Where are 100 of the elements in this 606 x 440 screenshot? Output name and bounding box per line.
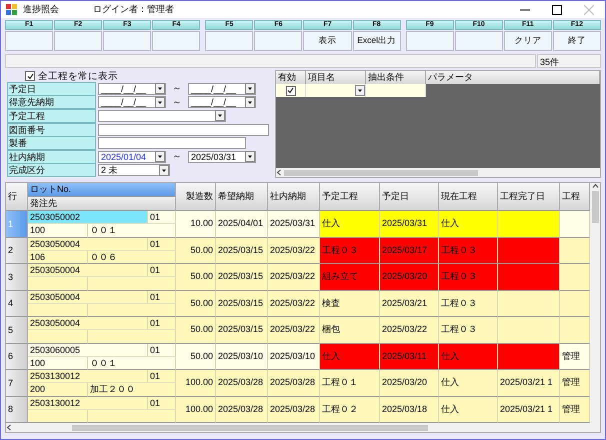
range-separator: ～ xyxy=(172,82,182,96)
date-field[interactable]: ____/__/__ xyxy=(188,96,256,108)
function-button[interactable] xyxy=(406,31,454,51)
date-field[interactable]: ____/__/__ xyxy=(188,82,256,95)
row-header[interactable]: 6 xyxy=(6,344,28,370)
table-cell: 2025/03/22 xyxy=(268,290,320,317)
table-cell: 2025/03/10 xyxy=(216,344,268,370)
scroll-thumb[interactable] xyxy=(284,170,478,176)
table-cell: 01 xyxy=(148,344,176,356)
function-button[interactable]: Excel出力 xyxy=(352,31,401,51)
field-label: 予定日 xyxy=(7,82,96,96)
dropdown-caret-icon[interactable] xyxy=(245,96,255,108)
date-field[interactable]: ____/__/__ xyxy=(98,82,166,95)
dropdown-caret-icon[interactable] xyxy=(245,151,255,162)
date-field[interactable]: ____/__/__ xyxy=(98,96,166,108)
table-cell: 01 xyxy=(148,396,176,410)
table-cell: 2025/03/15 xyxy=(216,238,268,264)
table-cell: 50.00 xyxy=(176,344,216,370)
item-dropdown-cell[interactable] xyxy=(306,84,366,97)
row-header[interactable]: 2 xyxy=(6,238,28,264)
checkbox-label[interactable]: 全工程を常に表示 xyxy=(38,70,118,82)
scroll-thumb[interactable] xyxy=(592,191,598,223)
column-header: 抽出条件 xyxy=(366,71,426,84)
row-header[interactable]: 5 xyxy=(6,317,28,344)
function-button[interactable] xyxy=(454,31,503,51)
table-cell: 2025/03/15 xyxy=(216,290,268,317)
row-header[interactable]: 8 xyxy=(6,396,28,423)
function-button[interactable] xyxy=(103,31,152,51)
vertical-scrollbar[interactable] xyxy=(590,183,600,423)
horizontal-scrollbar[interactable] xyxy=(6,423,600,432)
table-cell: 管理 xyxy=(560,396,590,423)
maximize-icon[interactable] xyxy=(552,4,562,14)
table-cell: 2025/03/31 xyxy=(380,211,439,238)
column-header: 社内納期 xyxy=(268,183,320,211)
dropdown-field[interactable]: 2 未 xyxy=(98,164,170,176)
row-header[interactable]: 7 xyxy=(6,370,28,396)
dropdown-caret-icon[interactable] xyxy=(155,151,165,162)
column-header: ロットNo. xyxy=(28,183,175,197)
input-field[interactable] xyxy=(98,124,269,136)
table-cell: 工程０３ xyxy=(320,238,380,264)
function-button[interactable]: 終了 xyxy=(552,31,601,51)
table-cell: 50.00 xyxy=(176,264,216,290)
table-cell: 仕入 xyxy=(439,396,498,423)
table-cell xyxy=(28,277,88,290)
table-cell: 01 xyxy=(148,238,176,250)
function-button[interactable]: 表示 xyxy=(303,31,352,51)
table-cell: 仕入 xyxy=(320,211,380,238)
table-cell: 2503050002 xyxy=(28,211,148,224)
table-cell: 工程０３ xyxy=(439,290,498,317)
table-cell: 工程０３ xyxy=(439,238,498,264)
field-label: 製番 xyxy=(7,136,96,150)
table-cell: 組み立て xyxy=(320,264,380,290)
dropdown-field[interactable] xyxy=(98,110,226,122)
dropdown-caret-icon[interactable] xyxy=(155,83,165,94)
table-cell: 01 xyxy=(148,317,176,330)
table-cell: 梱包 xyxy=(320,317,380,344)
row-header[interactable]: 4 xyxy=(6,290,28,317)
function-button[interactable] xyxy=(5,31,54,51)
enabled-checkbox[interactable] xyxy=(286,86,296,96)
column-header: 予定工程 xyxy=(320,183,380,211)
table-cell: 加工２００ xyxy=(88,383,176,396)
checkbox[interactable] xyxy=(25,71,35,81)
table-cell: 2503050004 xyxy=(28,238,148,250)
date-field[interactable]: 2025/01/04 xyxy=(98,150,166,163)
dropdown-caret-icon[interactable] xyxy=(159,164,169,176)
row-header[interactable]: 3 xyxy=(6,264,28,290)
input-field[interactable] xyxy=(98,137,246,150)
column-header: 有効 xyxy=(276,71,306,84)
table-cell: 2025/03/15 xyxy=(216,317,268,344)
horizontal-scrollbar[interactable] xyxy=(276,168,600,177)
close-icon[interactable] xyxy=(584,4,594,14)
function-button[interactable] xyxy=(205,31,254,51)
table-cell: 01 xyxy=(148,370,176,383)
date-field[interactable]: 2025/03/31 xyxy=(188,150,256,163)
table-cell: 2503130012 xyxy=(28,396,148,410)
table-cell: 10.00 xyxy=(176,211,216,238)
login-user-label: ログイン者：管理者 xyxy=(93,3,174,16)
dropdown-caret-icon[interactable] xyxy=(245,83,255,94)
function-button[interactable] xyxy=(254,31,302,51)
table-cell: 01 xyxy=(148,290,176,304)
table-cell: 仕入 xyxy=(439,370,498,396)
minimize-icon[interactable] xyxy=(520,8,530,10)
table-cell: 2025/03/10 xyxy=(268,344,320,370)
function-button[interactable] xyxy=(152,31,200,51)
table-cell: 2503050004 xyxy=(28,317,148,330)
function-button[interactable]: クリア xyxy=(504,31,552,51)
scroll-thumb[interactable] xyxy=(72,424,428,430)
table-cell xyxy=(560,317,590,344)
dropdown-caret-icon[interactable] xyxy=(355,85,365,96)
dropdown-caret-icon[interactable] xyxy=(215,110,225,122)
table-cell: 検査 xyxy=(320,290,380,317)
table-cell xyxy=(560,264,590,290)
table-cell: 2025/03/22 xyxy=(268,238,320,264)
table-cell: 2503060005 xyxy=(28,344,148,356)
function-button[interactable] xyxy=(54,31,102,51)
app-icon xyxy=(6,4,17,15)
dropdown-caret-icon[interactable] xyxy=(155,96,165,108)
table-cell xyxy=(28,304,88,317)
table-cell: 2025/03/21 1 xyxy=(498,370,560,396)
table-cell: 100 xyxy=(28,356,88,370)
